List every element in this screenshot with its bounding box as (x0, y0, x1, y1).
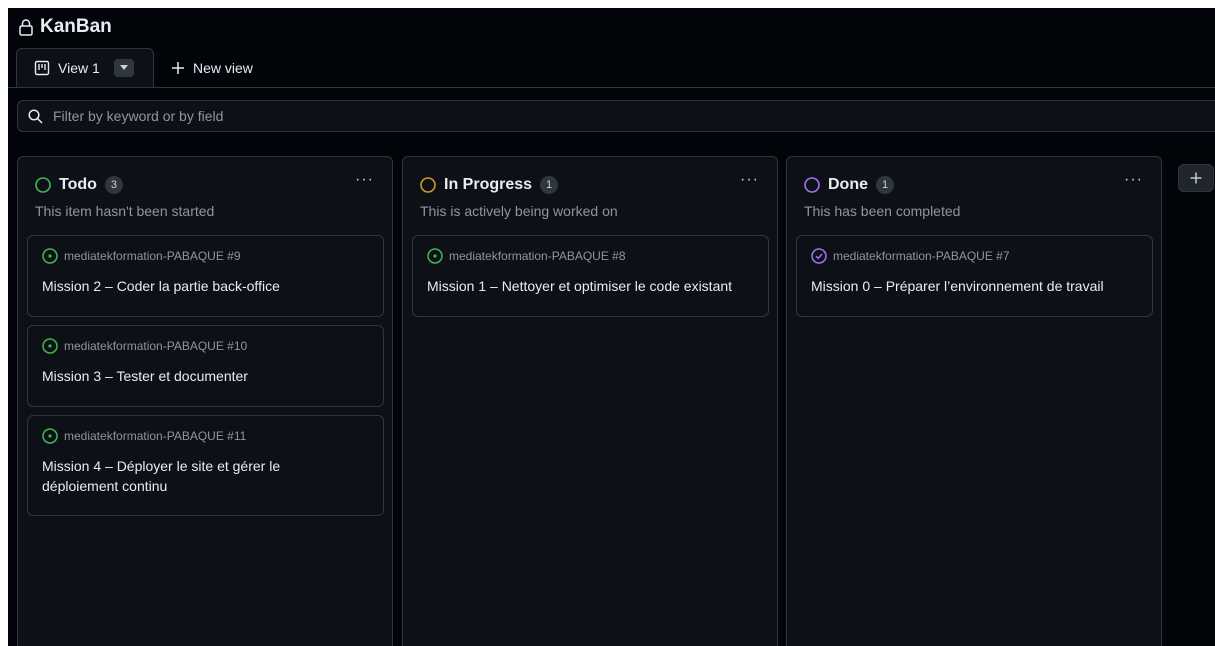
card-title[interactable]: Mission 0 – Préparer l’environnement de … (811, 276, 1138, 296)
column-todo: Todo 3 ··· This item hasn't been started… (17, 156, 393, 646)
issue-closed-icon (811, 248, 827, 264)
issue-open-icon (42, 248, 58, 264)
new-view-label: New view (193, 59, 253, 76)
status-todo-icon (35, 177, 51, 193)
column-count: 1 (540, 176, 559, 194)
card[interactable]: mediatekformation-PABAQUE #10 Mission 3 … (27, 325, 384, 407)
card[interactable]: mediatekformation-PABAQUE #11 Mission 4 … (27, 415, 384, 516)
project-title: KanBan (40, 16, 112, 37)
column-more-button[interactable]: ··· (355, 171, 374, 189)
card-reference: mediatekformation-PABAQUE #9 (42, 248, 369, 264)
column-more-button[interactable]: ··· (740, 171, 759, 189)
column-name: In Progress (444, 176, 533, 193)
column-count: 1 (876, 176, 894, 194)
card[interactable]: mediatekformation-PABAQUE #9 Mission 2 –… (27, 235, 384, 317)
column-header: Done 1 (804, 175, 894, 195)
column-description: This is actively being worked on (420, 203, 618, 219)
card[interactable]: mediatekformation-PABAQUE #8 Mission 1 –… (412, 235, 769, 317)
status-done-icon (804, 177, 820, 193)
column-in-progress: In Progress 1 ··· This is actively being… (402, 156, 778, 646)
card-title[interactable]: Mission 2 – Coder la partie back-office (42, 276, 369, 296)
plus-icon (172, 61, 184, 74)
issue-open-icon (42, 338, 58, 354)
column-header: Todo 3 (35, 175, 123, 195)
tab-view-1[interactable]: View 1 (16, 48, 154, 87)
card-reference: mediatekformation-PABAQUE #8 (427, 248, 754, 264)
column-name: Todo (59, 176, 97, 193)
column-description: This has been completed (804, 203, 961, 219)
lock-icon (19, 19, 33, 36)
issue-open-icon (427, 248, 443, 264)
card-reference: mediatekformation-PABAQUE #10 (42, 338, 369, 354)
card-title[interactable]: Mission 1 – Nettoyer et optimiser le cod… (427, 276, 754, 296)
filter-bar (17, 100, 1215, 132)
column-more-button[interactable]: ··· (1124, 171, 1143, 189)
card-title[interactable]: Mission 4 – Déployer le site et gérer le… (42, 456, 322, 496)
search-icon (28, 108, 43, 124)
column-done: Done 1 ··· This has been completed media… (786, 156, 1162, 646)
card-ref-text: mediatekformation-PABAQUE #11 (64, 429, 247, 443)
caret-down-icon (119, 65, 128, 70)
card-title[interactable]: Mission 3 – Tester et documenter (42, 366, 369, 386)
card-reference: mediatekformation-PABAQUE #7 (811, 248, 1138, 264)
card-ref-text: mediatekformation-PABAQUE #7 (833, 249, 1010, 263)
card[interactable]: mediatekformation-PABAQUE #7 Mission 0 –… (796, 235, 1153, 317)
column-count: 3 (104, 176, 123, 194)
plus-icon (1190, 172, 1202, 184)
card-ref-text: mediatekformation-PABAQUE #9 (64, 249, 241, 263)
card-reference: mediatekformation-PABAQUE #11 (42, 428, 369, 444)
card-ref-text: mediatekformation-PABAQUE #8 (449, 249, 626, 263)
card-ref-text: mediatekformation-PABAQUE #10 (64, 339, 248, 353)
new-view-button[interactable]: New view (171, 48, 253, 87)
view-tabs: View 1 New view (8, 48, 1215, 88)
issue-open-icon (42, 428, 58, 444)
status-in-progress-icon (420, 177, 436, 193)
project-header: KanBan (18, 14, 112, 40)
board-view-icon (34, 60, 50, 76)
column-header: In Progress 1 (420, 175, 559, 195)
filter-input[interactable] (51, 107, 655, 125)
column-name: Done (828, 176, 868, 193)
add-column-button[interactable] (1178, 164, 1214, 192)
column-description: This item hasn't been started (35, 203, 215, 219)
kanban-app: KanBan View 1 New view Filter by keyword… (8, 8, 1215, 646)
tab-label: View 1 (58, 60, 100, 76)
view-options-button[interactable] (113, 59, 134, 77)
